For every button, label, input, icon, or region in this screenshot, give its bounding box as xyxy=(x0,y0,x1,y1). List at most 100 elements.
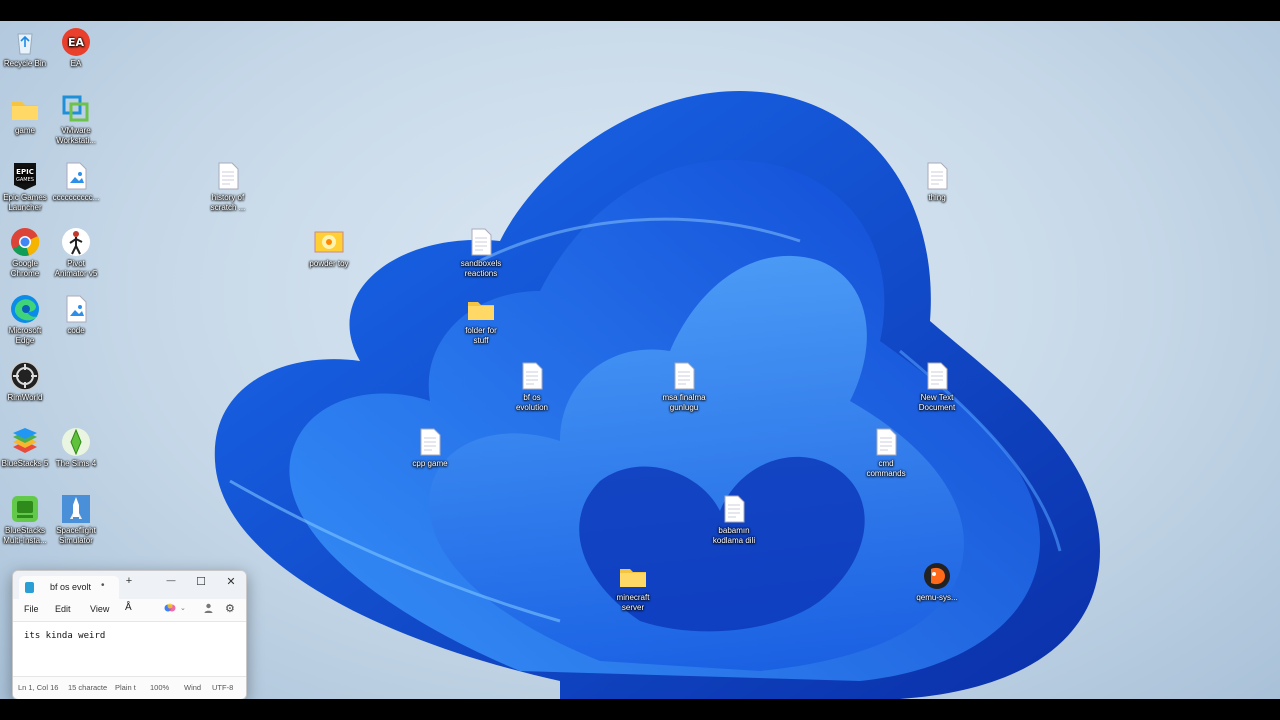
status-line-ending: Wind xyxy=(184,683,202,692)
folder-icon xyxy=(12,102,38,120)
desktop-icon-the-sims-4[interactable]: The Sims 4 xyxy=(46,427,106,469)
desktop-icon-rimworld[interactable]: RimWorld xyxy=(0,361,55,403)
pivot-animator-icon xyxy=(62,228,90,256)
qemu-icon xyxy=(924,563,950,589)
desktop-icon-thing[interactable]: thing xyxy=(907,161,967,203)
rimworld-icon xyxy=(10,361,40,391)
edge-icon xyxy=(11,295,39,323)
status-format: Plain t xyxy=(115,683,136,692)
minimize-button[interactable]: — xyxy=(161,575,181,585)
desktop-icon-code[interactable]: code xyxy=(46,294,106,336)
svg-text:EA: EA xyxy=(68,36,85,49)
text-file-icon xyxy=(927,162,948,190)
vmware-icon xyxy=(62,95,89,122)
close-button[interactable]: ✕ xyxy=(221,575,241,588)
recycle-bin-icon xyxy=(17,33,33,55)
desktop-icon-folder-for-stuff[interactable]: folder for stuff xyxy=(451,294,511,346)
desktop-icon-label: thing xyxy=(928,193,946,202)
status-encoding: UTF-8 xyxy=(212,683,234,692)
notepad-statusbar: Ln 1, Col 16 15 characte Plain t 100% Wi… xyxy=(13,676,246,697)
desktop: Recycle Bin EA EA game VMware Workstati.… xyxy=(0,21,1280,699)
desktop-icon-history-of-scratch[interactable]: history of scratch ... xyxy=(198,161,258,213)
desktop-icon-label: VMware Workstati... xyxy=(56,126,96,145)
unsaved-indicator-icon[interactable]: • xyxy=(101,580,105,591)
desktop-icon-spaceflight-simulator[interactable]: Spaceflight Simulator xyxy=(46,494,106,546)
text-file-icon xyxy=(471,228,492,256)
desktop-icon-pivot-animator[interactable]: Pivot Animator v5 xyxy=(46,227,106,279)
powder-toy-icon xyxy=(314,231,344,253)
text-file-icon xyxy=(522,362,543,390)
desktop-icon-bf-os-evolution[interactable]: bf os evolution xyxy=(502,361,562,413)
text-file-icon xyxy=(420,428,441,456)
copilot-icon[interactable] xyxy=(164,602,176,616)
desktop-icon-label: code xyxy=(67,326,85,335)
folder-icon xyxy=(468,302,494,320)
desktop-icon-qemu[interactable]: qemu-sys... xyxy=(907,561,967,603)
desktop-icon-label: The Sims 4 xyxy=(55,459,97,468)
desktop-icon-label: qemu-sys... xyxy=(916,593,958,602)
desktop-icon-ea[interactable]: EA EA xyxy=(46,27,106,69)
desktop-icon-label: cpp game xyxy=(412,459,448,468)
text-file-icon xyxy=(724,495,745,523)
folder-icon xyxy=(620,569,646,587)
desktop-icon-powder-toy[interactable]: powder toy xyxy=(299,227,359,269)
image-file-icon xyxy=(66,162,87,190)
desktop-icon-label: cccccccccc... xyxy=(52,193,100,202)
editor-text[interactable]: its kinda weird xyxy=(24,631,105,641)
desktop-icon-label: msa finalma gunlugu xyxy=(662,393,706,412)
spellcheck-icon[interactable]: Å xyxy=(125,602,132,613)
chevron-down-icon[interactable]: ⌄ xyxy=(180,604,186,612)
desktop-icon-label: sandboxels reactions xyxy=(460,259,502,278)
desktop-icon-minecraft-server[interactable]: minecraft server xyxy=(603,561,663,613)
text-file-icon xyxy=(674,362,695,390)
desktop-icon-vmware[interactable]: VMware Workstati... xyxy=(46,94,106,146)
desktop-icon-msa-finalma-gunlugu[interactable]: msa finalma gunlugu xyxy=(654,361,714,413)
desktop-icon-label: Pivot Animator v5 xyxy=(54,259,98,278)
desktop-icon-label: bf os evolution xyxy=(515,393,549,412)
menu-view[interactable]: View xyxy=(90,604,109,614)
bluestacks-multi-icon xyxy=(12,496,38,522)
desktop-icon-label: EA xyxy=(70,59,82,68)
sims-icon xyxy=(62,428,90,456)
new-tab-button[interactable]: + xyxy=(119,575,139,587)
settings-gear-icon[interactable]: ⚙ xyxy=(225,602,235,615)
desktop-icon-cpp-game[interactable]: cpp game xyxy=(400,427,460,469)
desktop-icon-babamin-kodlama-dili[interactable]: babamın kodlama dili xyxy=(704,494,764,546)
desktop-icon-label: minecraft server xyxy=(616,593,650,612)
notepad-tab[interactable]: bf os evolt • xyxy=(19,576,119,599)
notepad-editor[interactable]: its kinda weird xyxy=(13,621,246,676)
desktop-icon-sandboxels-reactions[interactable]: sandboxels reactions xyxy=(451,227,511,279)
ea-icon: EA xyxy=(62,28,90,56)
status-zoom[interactable]: 100% xyxy=(150,683,169,692)
text-file-icon xyxy=(927,362,948,390)
desktop-icon-label: RimWorld xyxy=(7,393,43,402)
notepad-app-icon xyxy=(25,582,34,593)
notepad-titlebar[interactable]: bf os evolt • + — ☐ ✕ xyxy=(13,571,246,599)
svg-text:GAMES: GAMES xyxy=(16,177,34,183)
chrome-icon xyxy=(11,228,40,256)
epic-games-icon: EPICGAMES xyxy=(14,163,36,190)
desktop-icon-new-text-document[interactable]: New Text Document xyxy=(907,361,967,413)
menu-file[interactable]: File xyxy=(24,604,39,614)
desktop-icon-label: history of scratch ... xyxy=(210,193,246,212)
image-file-icon xyxy=(66,295,87,323)
desktop-icon-label: babamın kodlama dili xyxy=(712,526,756,545)
desktop-icon-label: powder toy xyxy=(309,259,349,268)
notepad-tab-title: bf os evolt xyxy=(50,582,92,592)
status-cursor-position: Ln 1, Col 16 xyxy=(18,683,59,692)
text-file-icon xyxy=(876,428,897,456)
bluestacks-icon xyxy=(13,428,37,453)
account-icon[interactable] xyxy=(204,603,213,615)
status-character-count: 15 characte xyxy=(68,683,108,692)
notepad-menubar: File Edit View Å ⌄ ⚙ xyxy=(13,599,246,621)
desktop-icon-ccc[interactable]: cccccccccc... xyxy=(46,161,106,203)
spaceflight-icon xyxy=(62,495,90,523)
maximize-button[interactable]: ☐ xyxy=(191,575,211,588)
text-file-icon xyxy=(218,162,239,190)
notepad-window[interactable]: bf os evolt • + — ☐ ✕ File Edit View Å ⌄… xyxy=(12,570,247,699)
menu-edit[interactable]: Edit xyxy=(55,604,71,614)
desktop-icon-label: folder for stuff xyxy=(465,326,497,345)
svg-text:EPIC: EPIC xyxy=(16,168,34,176)
desktop-icon-label: New Text Document xyxy=(918,393,956,412)
desktop-icon-cmd-commands[interactable]: cmd commands xyxy=(856,427,916,479)
